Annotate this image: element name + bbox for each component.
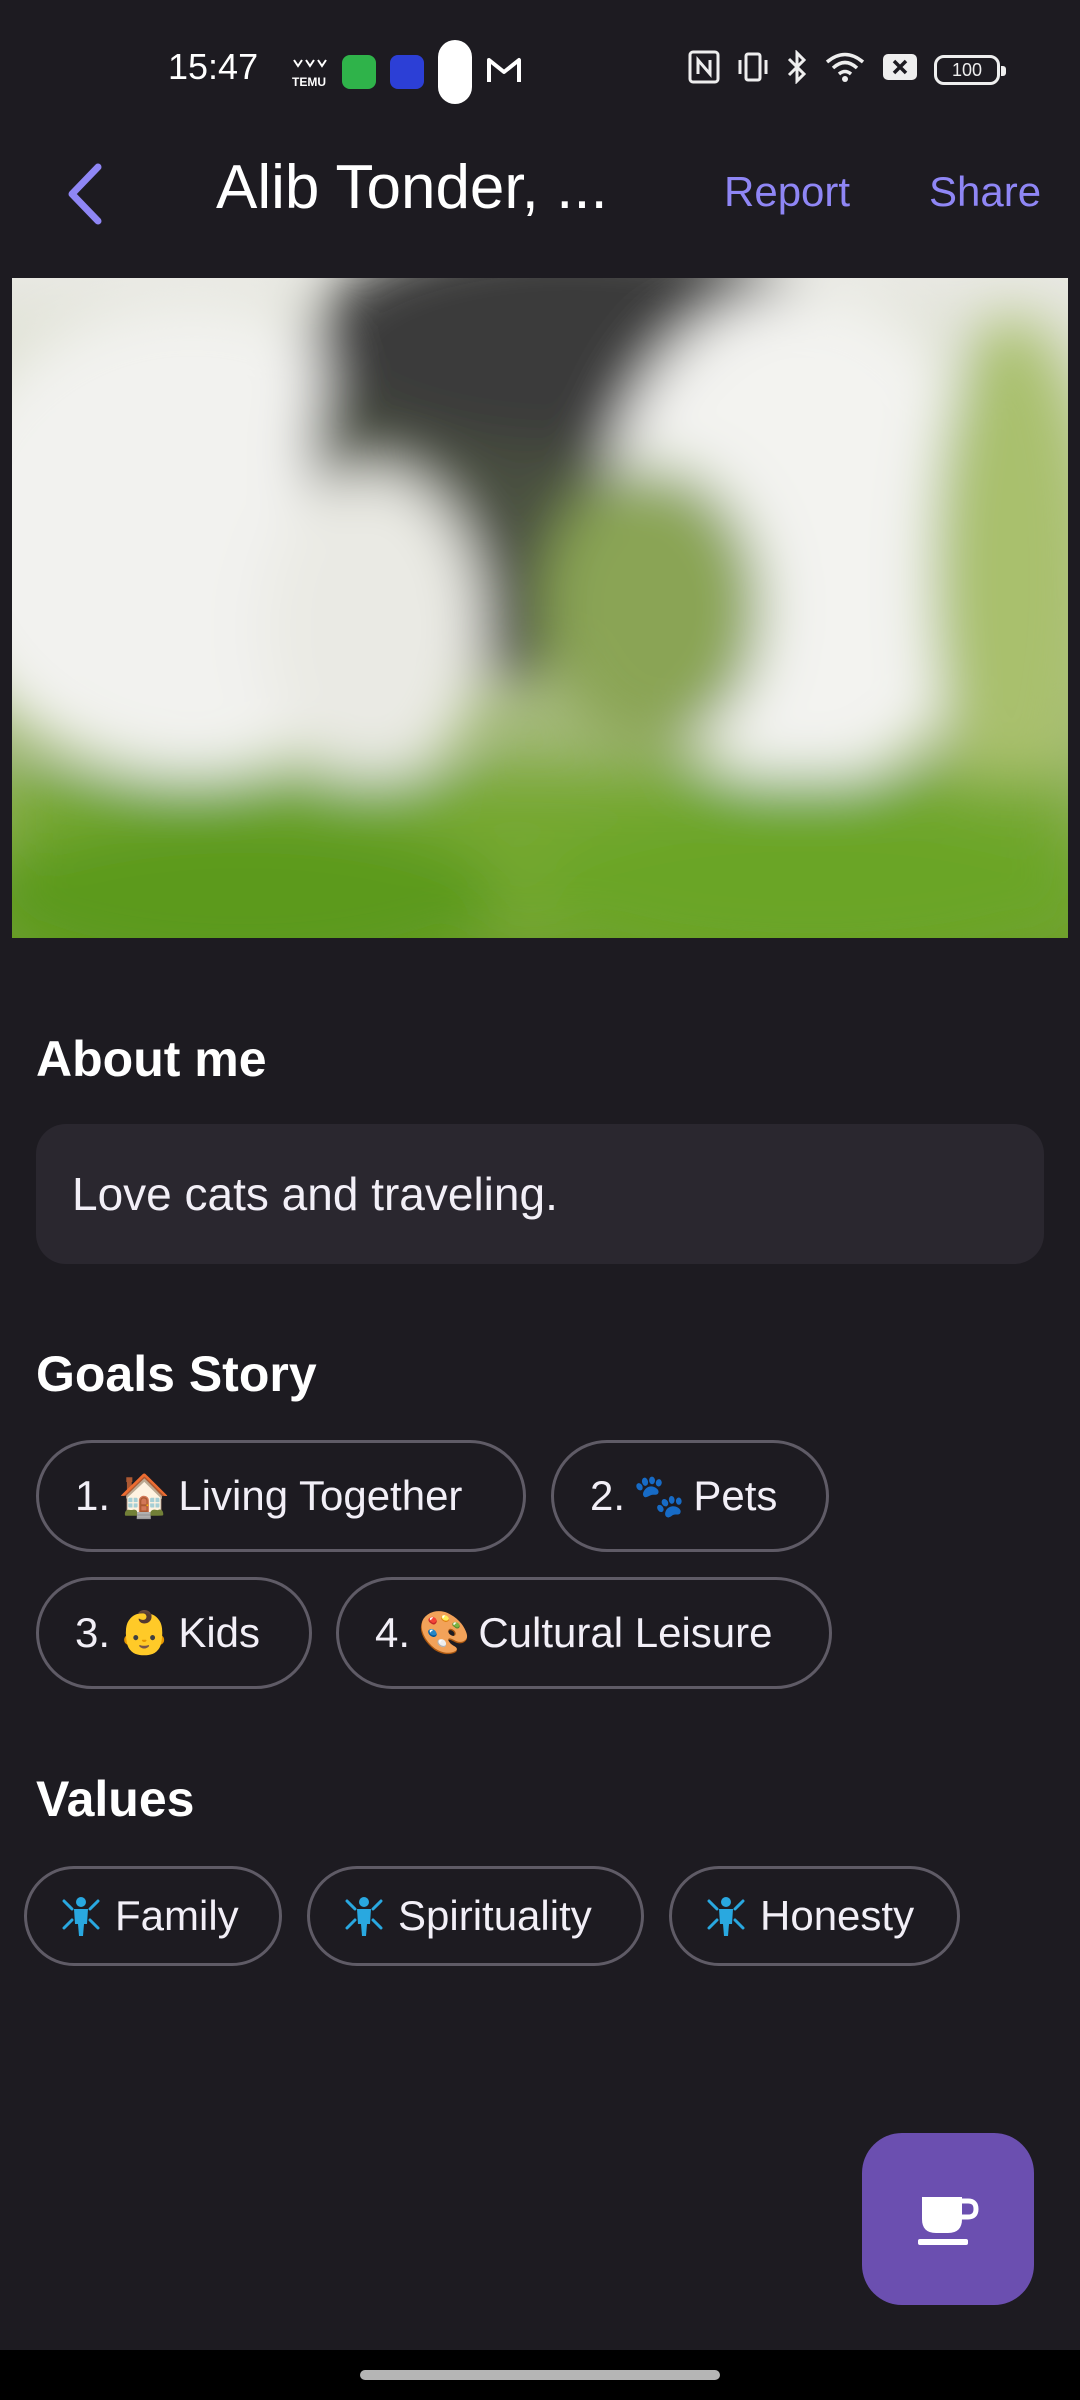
about-heading: About me — [36, 1031, 267, 1087]
vibrate-icon — [736, 51, 770, 88]
coffee-fab-button[interactable] — [862, 2133, 1034, 2305]
nfc-icon — [688, 50, 720, 89]
share-button[interactable]: Share — [929, 168, 1041, 216]
green-app-icon — [342, 55, 376, 89]
person-icon — [707, 1897, 745, 1936]
person-icon — [62, 1897, 100, 1936]
value-chip-spirituality[interactable]: Spirituality — [307, 1866, 644, 1966]
goal-label: Kids — [178, 1609, 261, 1656]
status-time: 15:47 — [168, 46, 259, 87]
system-navigation-bar — [0, 2350, 1080, 2400]
goal-label: Living Together — [178, 1472, 463, 1519]
page-title: Alib Tonder, ... — [216, 153, 608, 222]
sim-off-icon — [882, 53, 918, 86]
baby-icon: 👶 — [118, 1608, 171, 1657]
pill-icon — [438, 40, 472, 104]
status-bar: 15:47 TEMU 100 — [0, 0, 1080, 130]
artist-palette-icon: 🎨 — [418, 1608, 471, 1657]
value-label: Family — [115, 1892, 239, 1939]
goal-number: 4. — [375, 1609, 411, 1656]
gmail-icon — [486, 55, 522, 90]
house-icon: 🏠 — [118, 1471, 171, 1520]
profile-screen: 15:47 TEMU 100 Alib Tonder, ... Report S… — [0, 0, 1080, 2400]
goals-heading: Goals Story — [36, 1346, 317, 1402]
person-icon — [345, 1897, 383, 1936]
back-button[interactable] — [48, 158, 120, 230]
goal-chip-kids[interactable]: 3. 👶 Kids — [36, 1577, 312, 1689]
system-icons: 100 — [688, 49, 1006, 89]
goal-chip-pets[interactable]: 2. 🐾 Pets — [551, 1440, 829, 1552]
notification-icons: TEMU — [290, 40, 522, 104]
coffee-cup-icon — [918, 2197, 979, 2245]
temu-icon: TEMU — [290, 56, 328, 89]
battery-icon: 100 — [934, 54, 1006, 85]
goal-number: 2. — [590, 1472, 626, 1519]
home-gesture-handle[interactable] — [360, 2370, 720, 2380]
values-heading: Values — [36, 1771, 195, 1827]
goal-number: 3. — [75, 1609, 111, 1656]
about-card: Love cats and traveling. — [36, 1124, 1044, 1264]
value-label: Spirituality — [398, 1892, 592, 1939]
goal-number: 1. — [75, 1472, 111, 1519]
paw-prints-icon: 🐾 — [633, 1471, 686, 1520]
value-chip-family[interactable]: Family — [24, 1866, 282, 1966]
value-label: Honesty — [760, 1892, 915, 1939]
wifi-icon — [824, 51, 866, 88]
bluetooth-icon — [786, 49, 808, 89]
profile-photo[interactable] — [12, 278, 1068, 938]
top-app-bar: Alib Tonder, ... Report Share — [0, 130, 1080, 260]
about-text: Love cats and traveling. — [72, 1168, 558, 1220]
blue-app-icon — [390, 55, 424, 89]
report-button[interactable]: Report — [724, 168, 850, 216]
goal-label: Pets — [693, 1472, 778, 1519]
arrow-back-icon — [68, 163, 102, 225]
value-chip-honesty[interactable]: Honesty — [669, 1866, 960, 1966]
goal-label: Cultural Leisure — [478, 1609, 773, 1656]
goal-chip-cultural-leisure[interactable]: 4. 🎨 Cultural Leisure — [336, 1577, 832, 1689]
goal-chip-living-together[interactable]: 1. 🏠 Living Together — [36, 1440, 526, 1552]
